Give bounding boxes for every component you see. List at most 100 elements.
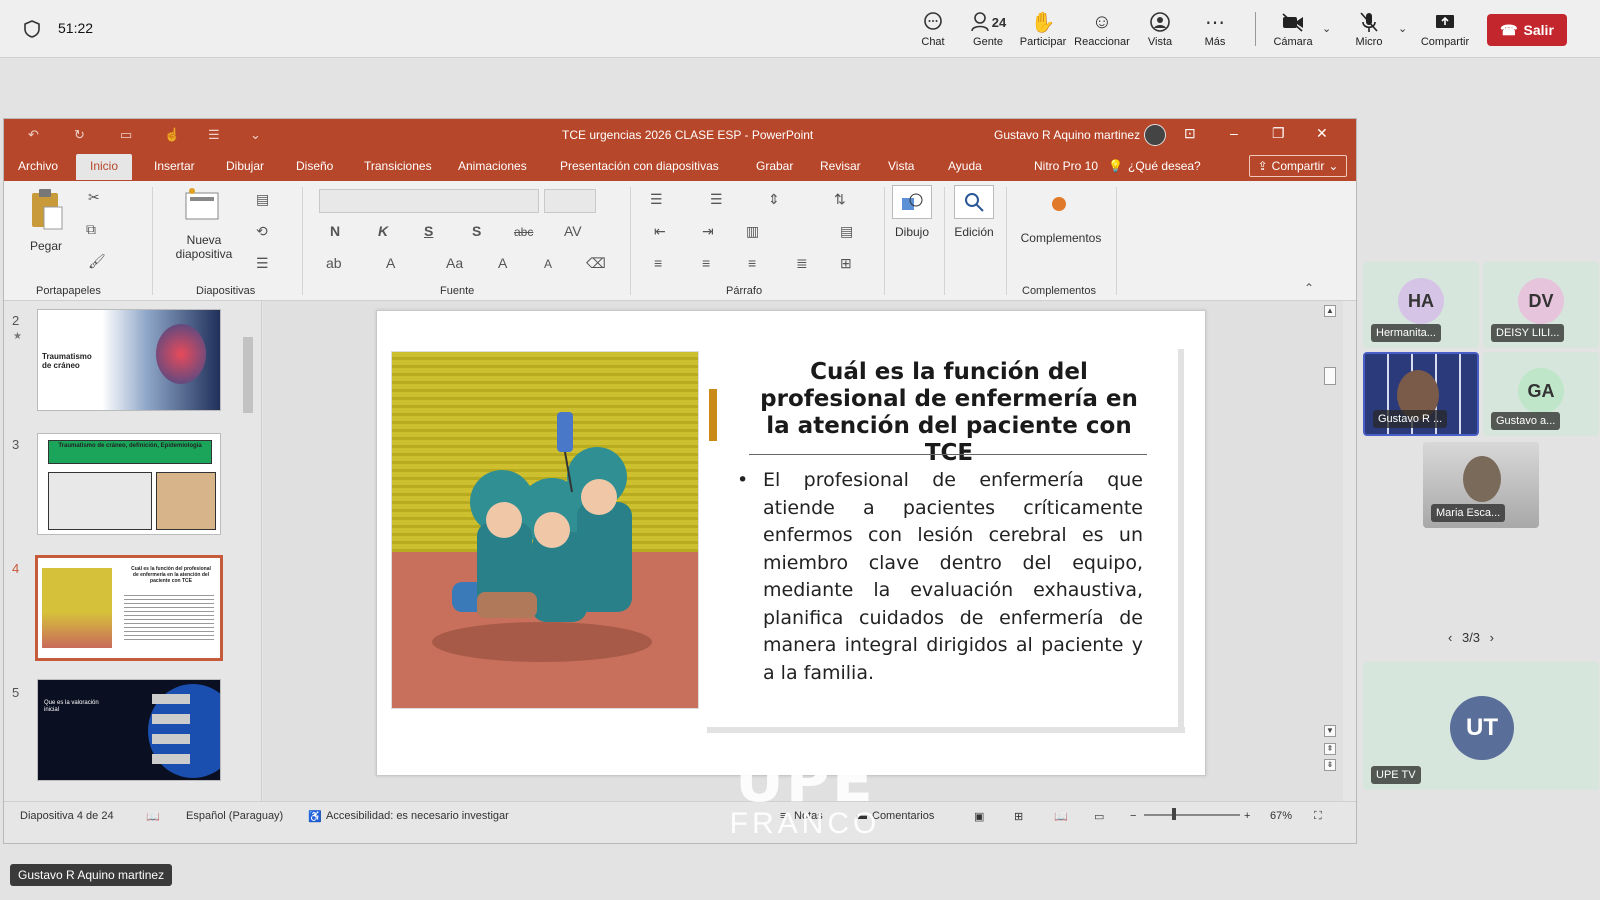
account-avatar[interactable] (1144, 124, 1166, 146)
normal-view-icon[interactable]: ▣ (974, 810, 984, 823)
grow-font-icon[interactable]: A (498, 255, 507, 271)
ribbon-display-icon[interactable]: ⊡ (1184, 125, 1196, 142)
gallery-pager[interactable]: ‹ 3/3 › (1448, 630, 1494, 645)
tab-revisar[interactable]: Revisar (820, 159, 861, 173)
tell-me-search[interactable]: ¿Qué desea? (1128, 159, 1201, 173)
leave-button[interactable]: ☎ Salir (1487, 14, 1567, 46)
tab-transiciones[interactable]: Transiciones (364, 159, 432, 173)
participant-tile-active-speaker[interactable]: Gustavo R ... (1363, 352, 1479, 436)
people-button[interactable]: 24 Gente (957, 8, 1019, 48)
tab-grabar[interactable]: Grabar (756, 159, 793, 173)
tab-nitro[interactable]: Nitro Pro 10 (1034, 159, 1098, 173)
zoom-out-icon[interactable]: − (1130, 810, 1136, 822)
accessibility-status[interactable]: Accesibilidad: es necesario investigar (326, 810, 509, 822)
strikethrough-button[interactable]: abc (514, 225, 533, 239)
ppt-share-button[interactable]: ⇪ Compartir ⌄ (1249, 155, 1347, 177)
bullets-icon[interactable]: ☰ (650, 191, 663, 208)
scroll-thumb[interactable] (1324, 367, 1336, 385)
editing-icon[interactable] (954, 185, 994, 219)
chat-button[interactable]: Chat (902, 8, 964, 48)
share-screen-button[interactable]: Compartir (1414, 8, 1476, 48)
restore-icon[interactable]: ❐ (1272, 125, 1285, 142)
section-icon[interactable]: ☰ (256, 255, 269, 272)
drawing-label[interactable]: Dibujo (884, 225, 940, 239)
shadow-button[interactable]: S (472, 223, 481, 239)
addins-icon[interactable] (1052, 197, 1066, 211)
scroll-up-icon[interactable]: ▲ (1324, 305, 1336, 317)
drawing-icon[interactable] (892, 185, 932, 219)
addins-label[interactable]: Complementos (1020, 231, 1102, 245)
align-text-icon[interactable]: ▤ (840, 223, 853, 240)
zoom-level[interactable]: 67% (1270, 810, 1292, 822)
tab-ayuda[interactable]: Ayuda (948, 159, 982, 173)
react-button[interactable]: ☺ Reaccionar (1071, 8, 1133, 49)
numbering-icon[interactable]: ☰ (710, 191, 723, 208)
thumbnails-scrollbar[interactable] (241, 303, 255, 793)
bold-button[interactable]: N (330, 223, 340, 239)
touch-mode-icon[interactable]: ☝ (164, 127, 180, 143)
participant-tile[interactable]: UT UPE TV (1363, 662, 1599, 790)
tab-archivo[interactable]: Archivo (18, 159, 58, 173)
slide-scrollbar[interactable]: ▲ ▼ ⇞ ⇟ (1322, 305, 1338, 775)
slide-title[interactable]: Cuál es la función del profesional de en… (749, 359, 1149, 467)
slide-thumbnail[interactable]: Traumatismo de cráneo, definición, Epide… (37, 433, 221, 535)
increase-indent-icon[interactable]: ⇥ (702, 223, 714, 240)
italic-button[interactable]: K (378, 223, 388, 239)
account-name[interactable]: Gustavo R Aquino martinez (994, 128, 1140, 142)
cut-icon[interactable]: ✂ (88, 189, 100, 206)
present-from-start-icon[interactable]: ▭ (120, 127, 132, 143)
tab-diseno[interactable]: Diseño (296, 159, 333, 173)
undo-icon[interactable]: ↶ (28, 127, 39, 143)
line-spacing-icon[interactable]: ⇕ (768, 191, 780, 208)
clear-formatting-icon[interactable]: ⌫ (586, 255, 606, 272)
slide-thumbnail[interactable]: Traumatismo de cráneo (37, 309, 221, 411)
spellcheck-icon[interactable]: 📖 (146, 810, 160, 823)
columns-icon[interactable]: ▥ (746, 223, 759, 240)
format-painter-icon[interactable]: 🖌 (88, 253, 106, 270)
fit-slide-icon[interactable]: ⛶ (1314, 810, 1322, 823)
current-slide[interactable]: Cuál es la función del profesional de en… (376, 310, 1206, 776)
next-slide-icon[interactable]: ⇟ (1324, 759, 1336, 771)
mic-button[interactable]: Micro (1338, 8, 1400, 48)
tab-inicio[interactable]: Inicio (76, 154, 133, 180)
mic-options-chevron-icon[interactable]: ⌄ (1398, 22, 1407, 35)
tab-vista[interactable]: Vista (888, 159, 914, 173)
participant-tile[interactable]: GA Gustavo a... (1483, 352, 1599, 436)
accessibility-icon[interactable]: ♿ (308, 810, 322, 823)
font-name-input[interactable] (319, 189, 539, 213)
raise-hand-button[interactable]: ✋ Participar (1012, 8, 1074, 49)
participant-tile[interactable]: Maria Esca... (1423, 442, 1539, 528)
prev-slide-icon[interactable]: ⇞ (1324, 743, 1336, 755)
tab-animaciones[interactable]: Animaciones (458, 159, 527, 173)
reset-icon[interactable]: ⟲ (256, 223, 268, 240)
tab-insertar[interactable]: Insertar (154, 159, 195, 173)
paste-label[interactable]: Pegar (28, 239, 64, 253)
customize-toolbar-icon[interactable]: ⌄ (250, 127, 261, 143)
justify-icon[interactable]: ≣ (796, 255, 808, 272)
slideshow-icon[interactable]: ▭ (1094, 810, 1104, 823)
minimize-icon[interactable]: – (1230, 125, 1238, 141)
underline-button[interactable]: S (424, 223, 433, 239)
align-center-icon[interactable]: ≡ (702, 255, 710, 271)
zoom-slider-handle[interactable] (1172, 808, 1176, 820)
slide-sorter-icon[interactable]: ⊞ (1014, 810, 1023, 823)
highlight-icon[interactable]: ab (326, 255, 342, 271)
new-slide-icon[interactable] (182, 187, 222, 227)
tab-presentacion[interactable]: Presentación con diapositivas (560, 159, 719, 173)
font-color-icon[interactable]: A (386, 255, 395, 271)
tab-dibujar[interactable]: Dibujar (226, 159, 264, 173)
more-button[interactable]: ⋯ Más (1184, 8, 1246, 49)
font-size-input[interactable] (544, 189, 596, 213)
quick-access-icon[interactable]: ☰ (208, 127, 220, 143)
language-status[interactable]: Español (Paraguay) (186, 810, 283, 822)
align-left-icon[interactable]: ≡ (654, 255, 662, 271)
camera-button[interactable]: Cámara (1262, 8, 1324, 48)
change-case-icon[interactable]: Aa (446, 255, 463, 271)
zoom-slider[interactable] (1144, 814, 1240, 816)
decrease-indent-icon[interactable]: ⇤ (654, 223, 666, 240)
collapse-ribbon-icon[interactable]: ⌃ (1304, 281, 1314, 295)
chevron-right-icon[interactable]: › (1490, 630, 1494, 645)
shrink-font-icon[interactable]: A (544, 257, 552, 271)
close-icon[interactable]: ✕ (1316, 125, 1328, 142)
editing-label[interactable]: Edición (946, 225, 1002, 239)
